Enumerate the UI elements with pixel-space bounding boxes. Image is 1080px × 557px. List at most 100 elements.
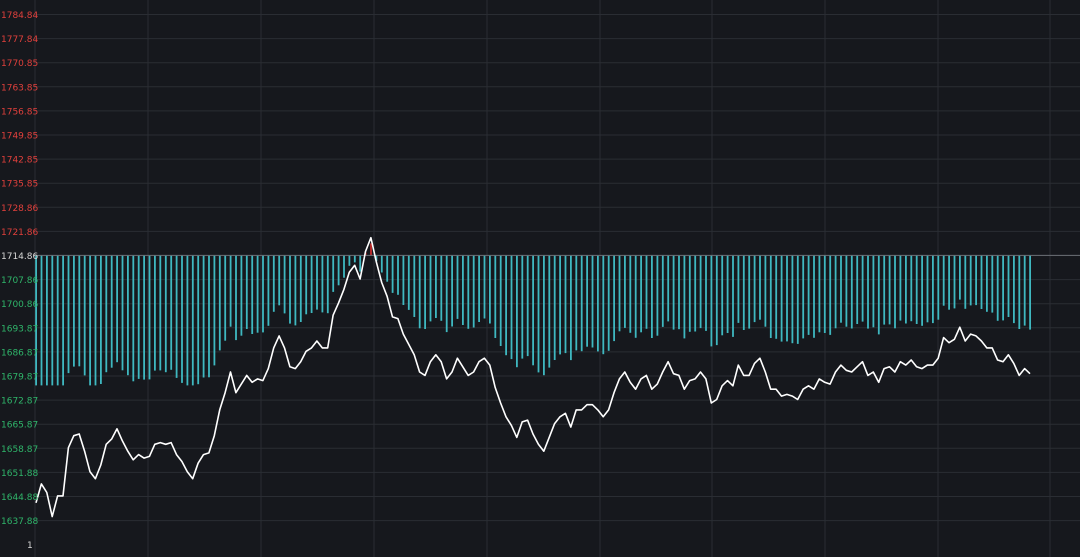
bar-down <box>543 255 545 376</box>
bar-down <box>818 255 821 333</box>
y-tick-label: 1777.84 <box>1 35 38 45</box>
bar-down <box>732 255 734 337</box>
bar-down <box>229 255 232 327</box>
bar-down <box>213 255 216 366</box>
bar-down <box>764 255 767 327</box>
bar-down <box>532 255 534 366</box>
bar-down <box>191 255 194 386</box>
chart-background <box>0 0 1080 557</box>
y-tick-label-extra: 1 <box>27 541 33 551</box>
bar-down <box>186 255 189 386</box>
bar-down <box>283 255 286 314</box>
bar-down <box>62 255 64 386</box>
y-tick-label: 1700.86 <box>1 300 38 310</box>
y-tick-label: 1637.88 <box>1 517 38 527</box>
bar-down <box>164 255 167 373</box>
bar-down <box>256 255 259 333</box>
y-tick-label: 1728.86 <box>1 204 38 214</box>
bar-down <box>35 255 37 386</box>
bar-down <box>829 255 832 335</box>
bar-down <box>667 255 670 322</box>
bar-down <box>489 255 491 324</box>
bar-down <box>154 255 156 371</box>
bar-down <box>575 255 578 351</box>
bar-down <box>137 255 140 379</box>
bar-down <box>445 255 448 333</box>
bar-down <box>148 255 151 380</box>
bar-down <box>1023 255 1026 326</box>
bar-down <box>289 255 291 324</box>
bar-down <box>467 255 470 329</box>
bar-down <box>272 255 275 312</box>
bar-down <box>456 255 459 319</box>
bar-down <box>294 255 297 326</box>
bar-down <box>348 255 351 266</box>
bar-down <box>840 255 842 323</box>
bar-down <box>548 255 551 368</box>
bar-down <box>969 255 972 306</box>
bar-down <box>688 255 691 332</box>
bar-down <box>359 255 362 272</box>
bar-down <box>321 255 324 313</box>
bar-down <box>494 255 497 338</box>
bar-down <box>710 255 713 347</box>
bar-down <box>672 255 675 330</box>
bar-down <box>894 255 896 329</box>
bar-down <box>888 255 891 325</box>
bar-down <box>537 255 540 373</box>
y-tick-label: 1742.85 <box>1 156 38 166</box>
bar-down <box>67 255 70 374</box>
bar-down <box>73 255 75 367</box>
bar-down <box>564 255 567 354</box>
y-tick-label: 1651.88 <box>1 469 38 479</box>
bar-down <box>429 255 432 322</box>
y-tick-label: 1665.87 <box>1 421 38 431</box>
bar-down <box>796 255 799 344</box>
y-tick-label: 1714.86 <box>1 252 38 262</box>
bar-down <box>926 255 929 323</box>
bar-down <box>143 255 145 380</box>
bar-down <box>435 255 437 318</box>
bar-down <box>316 255 318 310</box>
bar-down <box>40 255 43 386</box>
bar-down <box>683 255 686 339</box>
bar-down <box>472 255 475 328</box>
bar-down <box>262 255 264 333</box>
bar-down <box>100 255 102 384</box>
bar-down <box>953 255 956 309</box>
y-tick-label: 1679.87 <box>1 373 38 383</box>
bar-down <box>996 255 999 321</box>
bar-down <box>1002 255 1004 321</box>
bar-down <box>386 255 389 282</box>
y-tick-label: 1686.87 <box>1 348 38 358</box>
bar-down <box>586 255 588 347</box>
bar-down <box>775 255 778 339</box>
bar-down <box>942 255 945 306</box>
bar-down <box>932 255 934 324</box>
bar-down <box>278 255 281 306</box>
bar-down <box>791 255 794 344</box>
bar-down <box>299 255 302 322</box>
bar-down <box>867 255 869 329</box>
bar-down <box>245 255 248 329</box>
y-tick-label: 1770.85 <box>1 59 38 69</box>
bar-down <box>56 255 59 386</box>
bar-down <box>170 255 173 370</box>
bar-down <box>1029 255 1031 330</box>
bar-down <box>786 255 788 342</box>
bar-down <box>478 255 480 322</box>
bar-down <box>813 255 815 338</box>
bar-down <box>462 255 464 325</box>
bar-down <box>1013 255 1015 324</box>
bar-down <box>159 255 162 371</box>
y-tick-label: 1756.85 <box>1 107 38 117</box>
bar-down <box>959 255 961 300</box>
bar-down <box>208 255 210 378</box>
bar-down <box>1018 255 1021 329</box>
bar-down <box>116 255 118 363</box>
bar-down <box>326 255 329 314</box>
y-tick-label: 1763.85 <box>1 83 38 93</box>
bar-down <box>521 255 524 359</box>
bar-down <box>850 255 853 329</box>
bar-down <box>748 255 751 329</box>
